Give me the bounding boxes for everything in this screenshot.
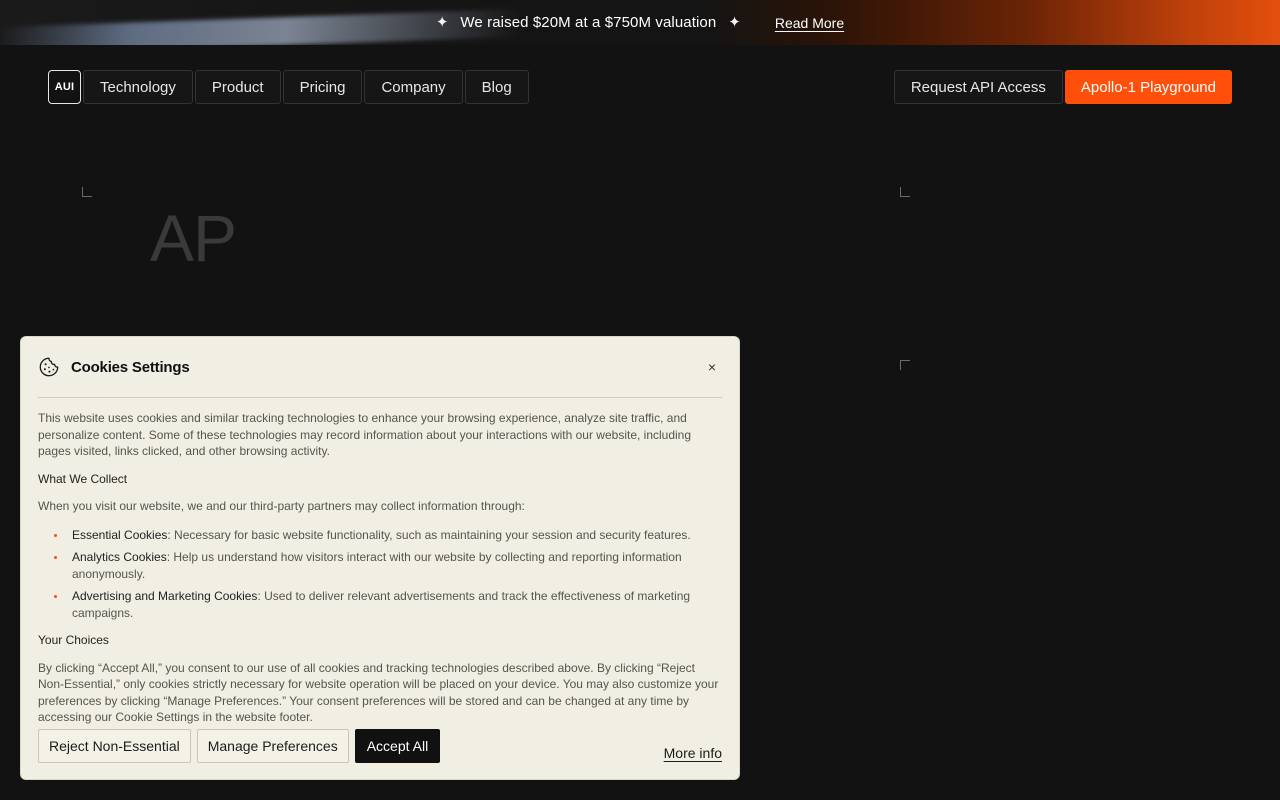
list-item: Essential Cookies: Necessary for basic w…: [54, 527, 722, 544]
cookie-dialog-body: This website uses cookies and similar tr…: [38, 410, 722, 726]
frame-corner: [900, 360, 910, 370]
read-more-link[interactable]: Read More: [775, 15, 844, 31]
close-icon[interactable]: ×: [708, 359, 716, 375]
nav-item-product[interactable]: Product: [194, 70, 281, 104]
cookie-type-desc: : Necessary for basic website functional…: [167, 527, 691, 542]
playground-button[interactable]: Apollo-1 Playground: [1064, 70, 1232, 104]
nav-item-technology[interactable]: Technology: [83, 70, 193, 104]
cookie-dialog-header: Cookies Settings ×: [38, 351, 722, 398]
reject-non-essential-button[interactable]: Reject Non-Essential: [38, 729, 191, 763]
nav-item-blog[interactable]: Blog: [464, 70, 529, 104]
announcement-banner: ✦ We raised $20M at a $750M valuation ✦ …: [0, 0, 1280, 45]
request-api-access-button[interactable]: Request API Access: [893, 70, 1063, 104]
frame-corner: [900, 187, 910, 197]
cookie-type-term: Advertising and Marketing Cookies: [72, 589, 258, 603]
cookie-settings-dialog: Cookies Settings × This website uses coo…: [20, 336, 740, 780]
aui-logo[interactable]: AUI: [48, 70, 81, 104]
sparkle-icon: ✦: [728, 14, 741, 31]
nav-item-pricing[interactable]: Pricing: [282, 70, 363, 104]
nav-actions: Request API Access Apollo-1 Playground: [893, 70, 1232, 104]
choices-text: By clicking “Accept All,” you consent to…: [38, 660, 719, 725]
list-item: Advertising and Marketing Cookies: Used …: [54, 588, 722, 621]
manage-preferences-button[interactable]: Manage Preferences: [196, 729, 349, 763]
cookie-type-term: Essential Cookies: [72, 527, 168, 542]
cookie-type-term: Analytics Cookies: [72, 550, 167, 564]
cookie-types-list: Essential Cookies: Necessary for basic w…: [38, 527, 722, 622]
what-we-collect-heading: What We Collect: [38, 471, 128, 486]
cookie-dialog-title: Cookies Settings: [71, 358, 190, 376]
list-item: Analytics Cookies: Help us understand ho…: [54, 549, 722, 582]
nav-item-company[interactable]: Company: [364, 70, 463, 104]
frame-corner: [82, 187, 92, 197]
sparkle-icon: ✦: [435, 14, 449, 31]
cookie-actions: Reject Non-Essential Manage Preferences …: [38, 729, 722, 763]
cookie-intro-text: This website uses cookies and similar tr…: [38, 411, 692, 458]
hero-title: AP: [150, 201, 237, 275]
main-nav: AUI Technology Product Pricing Company B…: [48, 70, 529, 104]
banner-text: We raised $20M at a $750M valuation: [460, 14, 717, 31]
collect-intro-text: When you visit our website, we and our t…: [38, 499, 525, 513]
accept-all-button[interactable]: Accept All: [354, 729, 441, 763]
more-info-link[interactable]: More info: [664, 745, 722, 761]
cookie-icon: [39, 357, 59, 377]
banner-content: ✦ We raised $20M at a $750M valuation ✦ …: [436, 14, 844, 31]
your-choices-heading: Your Choices: [38, 633, 109, 647]
